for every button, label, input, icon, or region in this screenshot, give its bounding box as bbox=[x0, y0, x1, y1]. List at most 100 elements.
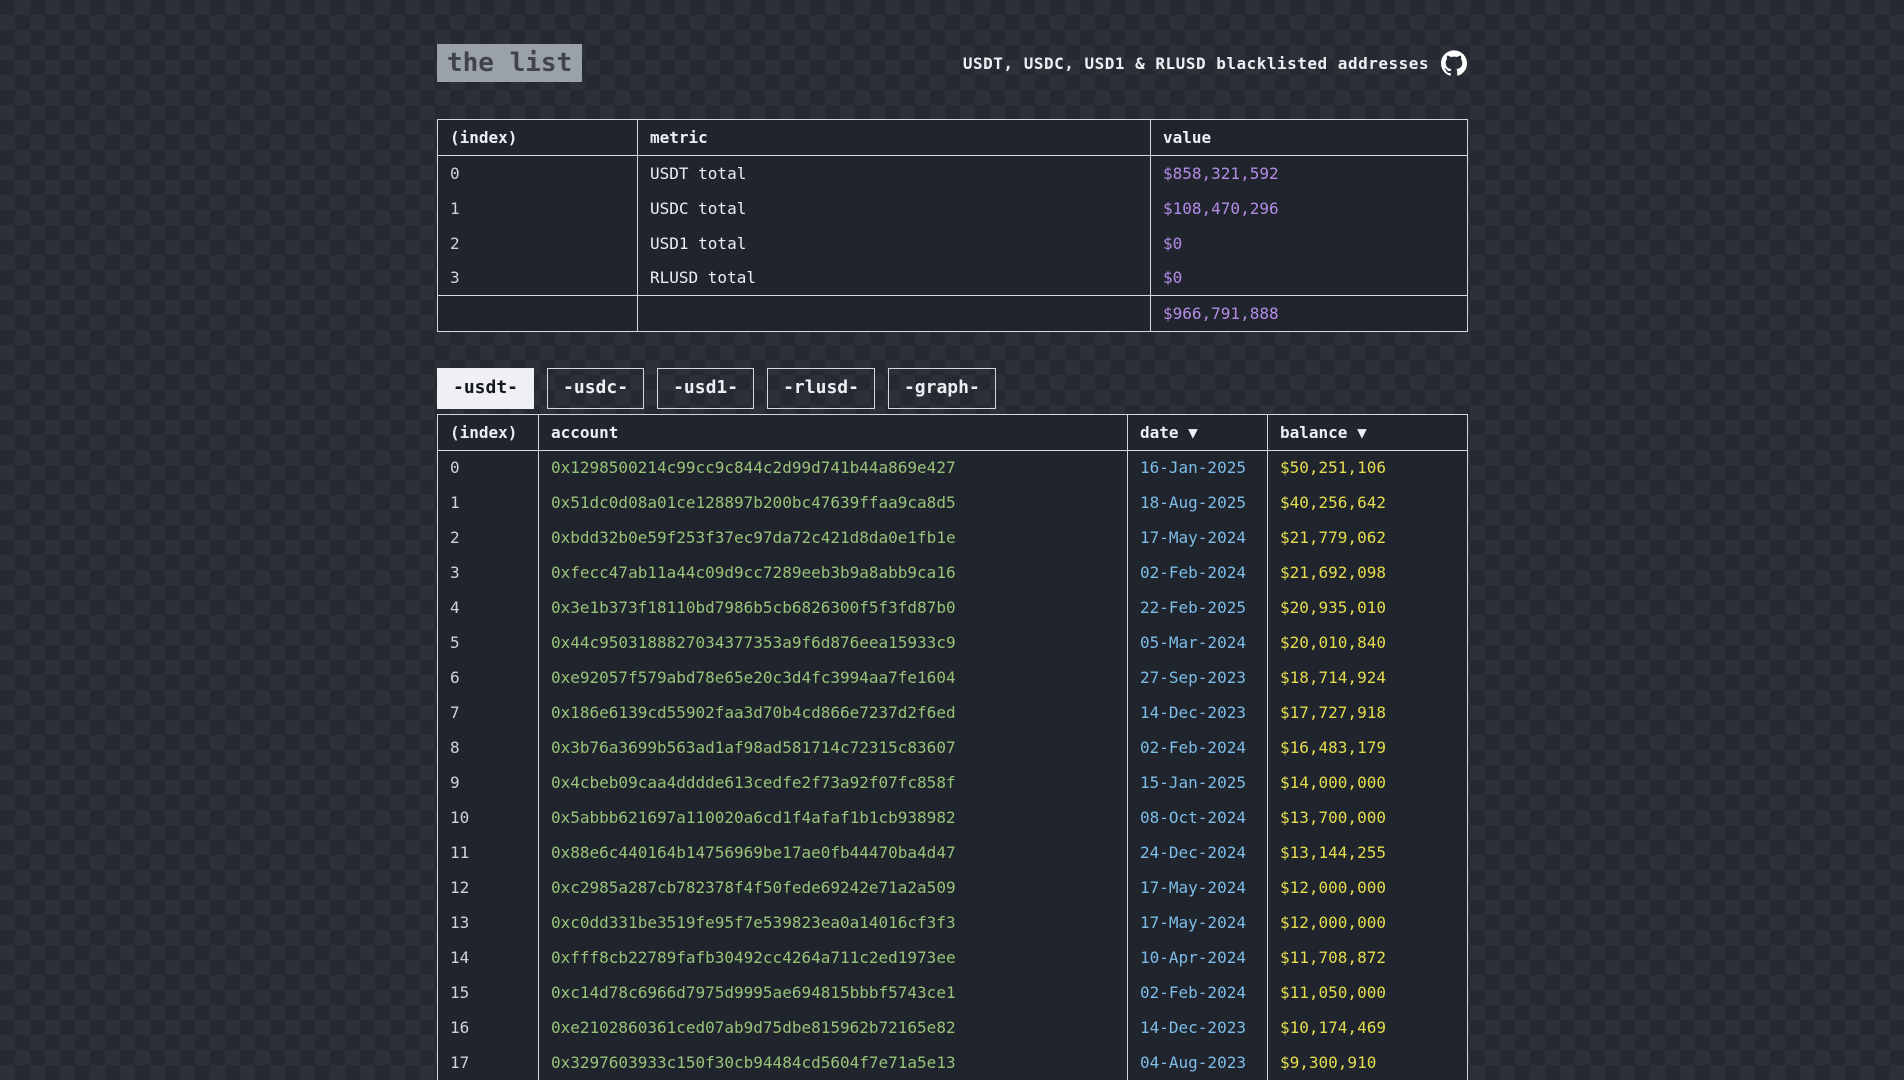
balance-cell: $21,692,098 bbox=[1268, 555, 1468, 590]
account-address-cell: 0x4cbeb09caa4dddde613cedfe2f73a92f07fc85… bbox=[539, 765, 1128, 800]
index-cell: 10 bbox=[438, 800, 539, 835]
date-cell: 17-May-2024 bbox=[1128, 905, 1268, 940]
summary-row: 3 RLUSD total $0 bbox=[438, 261, 1468, 296]
summary-total-row: $966,791,888 bbox=[438, 296, 1468, 332]
summary-row: 0 USDT total $858,321,592 bbox=[438, 156, 1468, 191]
balance-cell: $10,174,469 bbox=[1268, 1010, 1468, 1045]
date-cell: 05-Mar-2024 bbox=[1128, 625, 1268, 660]
account-address-cell: 0xfecc47ab11a44c09d9cc7289eeb3b9a8abb9ca… bbox=[539, 555, 1128, 590]
table-row: 11 0x88e6c440164b14756969be17ae0fb44470b… bbox=[438, 835, 1468, 870]
account-address-cell: 0xe2102860361ced07ab9d75dbe815962b72165e… bbox=[539, 1010, 1128, 1045]
value-cell: $858,321,592 bbox=[1151, 156, 1468, 191]
column-header-account: account bbox=[539, 414, 1128, 450]
token-tabs: -usdt- -usdc- -usd1- -rlusd- -graph- bbox=[437, 368, 1467, 409]
balance-cell: $20,935,010 bbox=[1268, 590, 1468, 625]
account-address-cell: 0x186e6139cd55902faa3d70b4cd866e7237d2f6… bbox=[539, 695, 1128, 730]
index-cell: 13 bbox=[438, 905, 539, 940]
table-row: 13 0xc0dd331be3519fe95f7e539823ea0a14016… bbox=[438, 905, 1468, 940]
github-icon bbox=[1441, 50, 1467, 76]
index-cell: 1 bbox=[438, 485, 539, 520]
value-cell: $0 bbox=[1151, 261, 1468, 296]
table-row: 0 0x1298500214c99cc9c844c2d99d741b44a869… bbox=[438, 450, 1468, 485]
index-cell: 6 bbox=[438, 660, 539, 695]
date-cell: 02-Feb-2024 bbox=[1128, 975, 1268, 1010]
balance-cell: $40,256,642 bbox=[1268, 485, 1468, 520]
account-address-cell: 0x3e1b373f18110bd7986b5cb6826300f5f3fd87… bbox=[539, 590, 1128, 625]
tab-graph[interactable]: -graph- bbox=[888, 368, 996, 409]
index-cell: 17 bbox=[438, 1045, 539, 1080]
table-row: 14 0xfff8cb22789fafb30492cc4264a711c2ed1… bbox=[438, 940, 1468, 975]
top-bar: the list USDT, USDC, USD1 & RLUSD blackl… bbox=[437, 44, 1467, 82]
tab-usd1[interactable]: -usd1- bbox=[657, 368, 754, 409]
table-row: 12 0xc2985a287cb782378f4f50fede69242e71a… bbox=[438, 870, 1468, 905]
index-cell: 15 bbox=[438, 975, 539, 1010]
index-cell: 14 bbox=[438, 940, 539, 975]
index-cell: 4 bbox=[438, 590, 539, 625]
table-row: 6 0xe92057f579abd78e65e20c3d4fc3994aa7fe… bbox=[438, 660, 1468, 695]
account-address-cell: 0xfff8cb22789fafb30492cc4264a711c2ed1973… bbox=[539, 940, 1128, 975]
date-cell: 08-Oct-2024 bbox=[1128, 800, 1268, 835]
table-row: 5 0x44c9503188827034377353a9f6d876eea159… bbox=[438, 625, 1468, 660]
empty-cell bbox=[438, 296, 638, 332]
accounts-table: (index) account date ▼ balance ▼ 0 0x129… bbox=[437, 414, 1468, 1080]
index-cell: 2 bbox=[438, 520, 539, 555]
date-cell: 17-May-2024 bbox=[1128, 520, 1268, 555]
column-header-date-sort[interactable]: date ▼ bbox=[1128, 414, 1268, 450]
date-cell: 18-Aug-2025 bbox=[1128, 485, 1268, 520]
metric-cell: RLUSD total bbox=[638, 261, 1151, 296]
table-row: 4 0x3e1b373f18110bd7986b5cb6826300f5f3fd… bbox=[438, 590, 1468, 625]
summary-table: (index) metric value 0 USDT total $858,3… bbox=[437, 119, 1468, 332]
column-header-index: (index) bbox=[438, 414, 539, 450]
account-address-cell: 0x3297603933c150f30cb94484cd5604f7e71a5e… bbox=[539, 1045, 1128, 1080]
date-cell: 24-Dec-2024 bbox=[1128, 835, 1268, 870]
summary-row: 2 USD1 total $0 bbox=[438, 226, 1468, 261]
column-header-balance-sort[interactable]: balance ▼ bbox=[1268, 414, 1468, 450]
column-header-index: (index) bbox=[438, 120, 638, 156]
tab-rlusd[interactable]: -rlusd- bbox=[767, 368, 875, 409]
index-cell: 0 bbox=[438, 156, 638, 191]
value-cell: $108,470,296 bbox=[1151, 191, 1468, 226]
tab-usdt[interactable]: -usdt- bbox=[437, 368, 534, 409]
date-cell: 27-Sep-2023 bbox=[1128, 660, 1268, 695]
index-cell: 9 bbox=[438, 765, 539, 800]
total-value-cell: $966,791,888 bbox=[1151, 296, 1468, 332]
account-address-cell: 0xe92057f579abd78e65e20c3d4fc3994aa7fe16… bbox=[539, 660, 1128, 695]
index-cell: 2 bbox=[438, 226, 638, 261]
accounts-header-row: (index) account date ▼ balance ▼ bbox=[438, 414, 1468, 450]
balance-cell: $50,251,106 bbox=[1268, 450, 1468, 485]
balance-cell: $16,483,179 bbox=[1268, 730, 1468, 765]
balance-cell: $18,714,924 bbox=[1268, 660, 1468, 695]
account-address-cell: 0x1298500214c99cc9c844c2d99d741b44a869e4… bbox=[539, 450, 1128, 485]
index-cell: 3 bbox=[438, 261, 638, 296]
metric-cell: USD1 total bbox=[638, 226, 1151, 261]
summary-row: 1 USDC total $108,470,296 bbox=[438, 191, 1468, 226]
table-row: 3 0xfecc47ab11a44c09d9cc7289eeb3b9a8abb9… bbox=[438, 555, 1468, 590]
date-cell: 14-Dec-2023 bbox=[1128, 1010, 1268, 1045]
index-cell: 8 bbox=[438, 730, 539, 765]
column-header-metric: metric bbox=[638, 120, 1151, 156]
table-row: 1 0x51dc0d08a01ce128897b200bc47639ffaa9c… bbox=[438, 485, 1468, 520]
account-address-cell: 0x44c9503188827034377353a9f6d876eea15933… bbox=[539, 625, 1128, 660]
account-address-cell: 0x51dc0d08a01ce128897b200bc47639ffaa9ca8… bbox=[539, 485, 1128, 520]
balance-cell: $14,000,000 bbox=[1268, 765, 1468, 800]
page-content: the list USDT, USDC, USD1 & RLUSD blackl… bbox=[437, 0, 1467, 1080]
column-header-value: value bbox=[1151, 120, 1468, 156]
date-cell: 02-Feb-2024 bbox=[1128, 730, 1268, 765]
table-row: 7 0x186e6139cd55902faa3d70b4cd866e7237d2… bbox=[438, 695, 1468, 730]
tab-usdc[interactable]: -usdc- bbox=[547, 368, 644, 409]
balance-cell: $11,050,000 bbox=[1268, 975, 1468, 1010]
index-cell: 16 bbox=[438, 1010, 539, 1045]
date-cell: 10-Apr-2024 bbox=[1128, 940, 1268, 975]
table-row: 9 0x4cbeb09caa4dddde613cedfe2f73a92f07fc… bbox=[438, 765, 1468, 800]
date-cell: 17-May-2024 bbox=[1128, 870, 1268, 905]
date-cell: 04-Aug-2023 bbox=[1128, 1045, 1268, 1080]
github-link[interactable] bbox=[1441, 50, 1467, 76]
index-cell: 3 bbox=[438, 555, 539, 590]
account-address-cell: 0xbdd32b0e59f253f37ec97da72c421d8da0e1fb… bbox=[539, 520, 1128, 555]
account-address-cell: 0xc0dd331be3519fe95f7e539823ea0a14016cf3… bbox=[539, 905, 1128, 940]
account-address-cell: 0x3b76a3699b563ad1af98ad581714c72315c836… bbox=[539, 730, 1128, 765]
date-cell: 14-Dec-2023 bbox=[1128, 695, 1268, 730]
index-cell: 1 bbox=[438, 191, 638, 226]
balance-cell: $13,144,255 bbox=[1268, 835, 1468, 870]
index-cell: 12 bbox=[438, 870, 539, 905]
